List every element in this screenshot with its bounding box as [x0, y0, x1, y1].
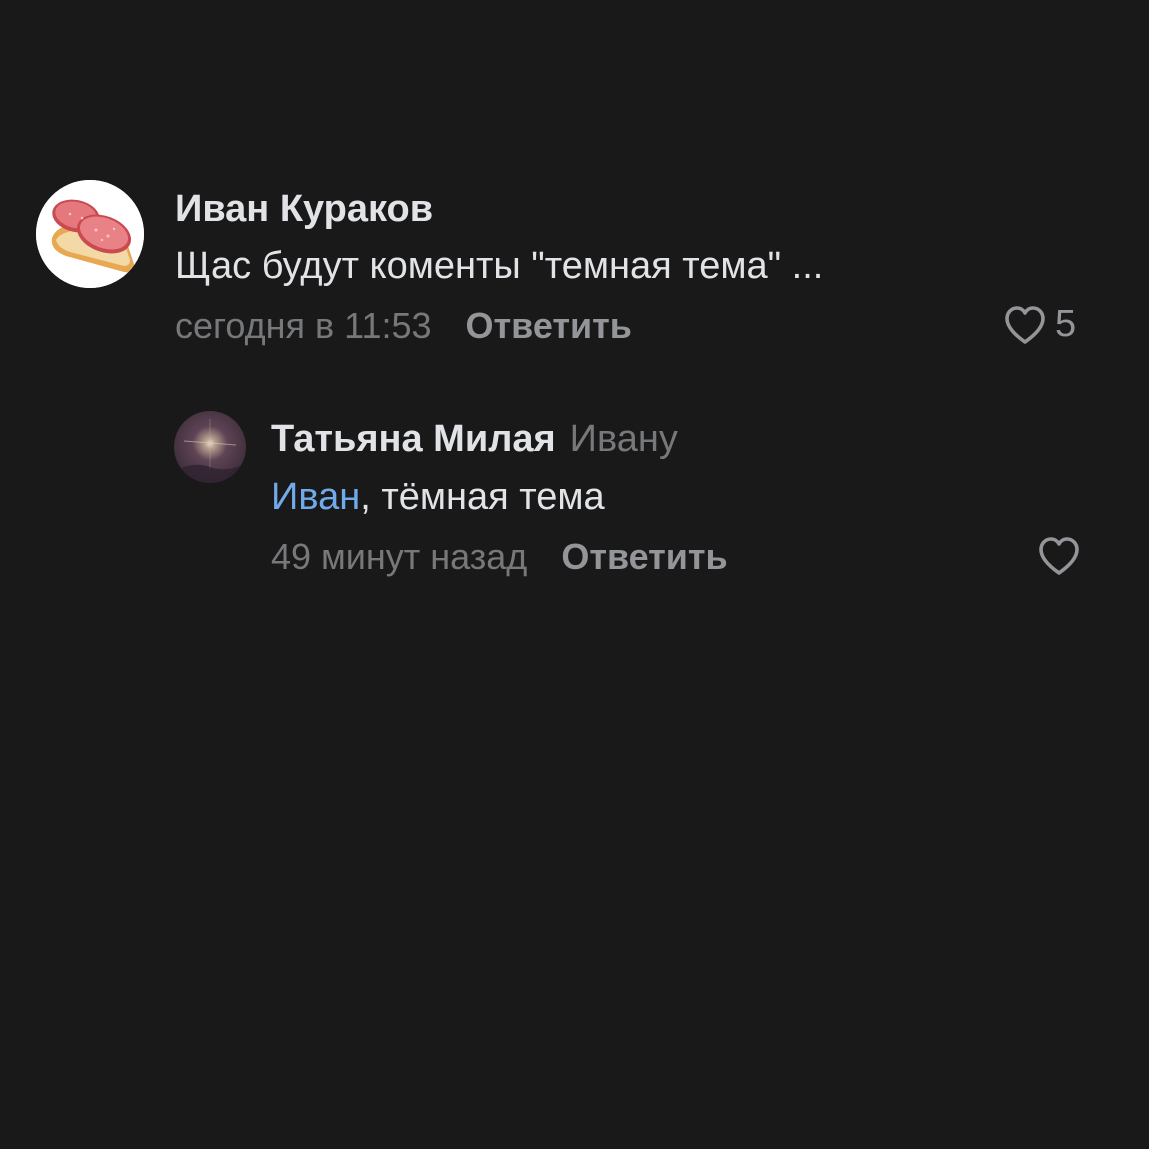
comment-time: сегодня в 11:53 — [175, 305, 432, 346]
mention-link[interactable]: Иван — [271, 476, 360, 518]
like-count: 5 — [1055, 303, 1077, 345]
reply-text-body: , тёмная тема — [360, 476, 605, 518]
like-button[interactable] — [1037, 535, 1081, 577]
reply-button[interactable]: Ответить — [466, 305, 632, 346]
night-photo-icon — [174, 411, 246, 483]
reply-time: 49 минут назад — [271, 536, 528, 577]
reply-author-name[interactable]: Татьяна Милая — [271, 418, 556, 460]
heart-outline-icon — [1039, 537, 1079, 575]
reply-to-label[interactable]: Ивану — [570, 418, 678, 460]
comment-text: Щас будут коменты "темная тема" ... — [175, 245, 824, 287]
comment-meta: сегодня в 11:53 Ответить — [175, 305, 632, 347]
like-button[interactable]: 5 — [1003, 303, 1076, 346]
reply-text: Иван, тёмная тема — [271, 475, 605, 519]
reply-author[interactable]: Татьяна Милая Ивану — [271, 417, 678, 461]
comment-author[interactable]: Иван Кураков — [175, 187, 433, 231]
reply-meta: 49 минут назад Ответить — [271, 536, 728, 578]
heart-outline-icon — [1005, 305, 1045, 344]
avatar[interactable] — [174, 411, 246, 483]
reply-button[interactable]: Ответить — [561, 536, 727, 577]
avatar[interactable] — [36, 180, 144, 288]
salami-sandwich-icon — [36, 180, 144, 288]
